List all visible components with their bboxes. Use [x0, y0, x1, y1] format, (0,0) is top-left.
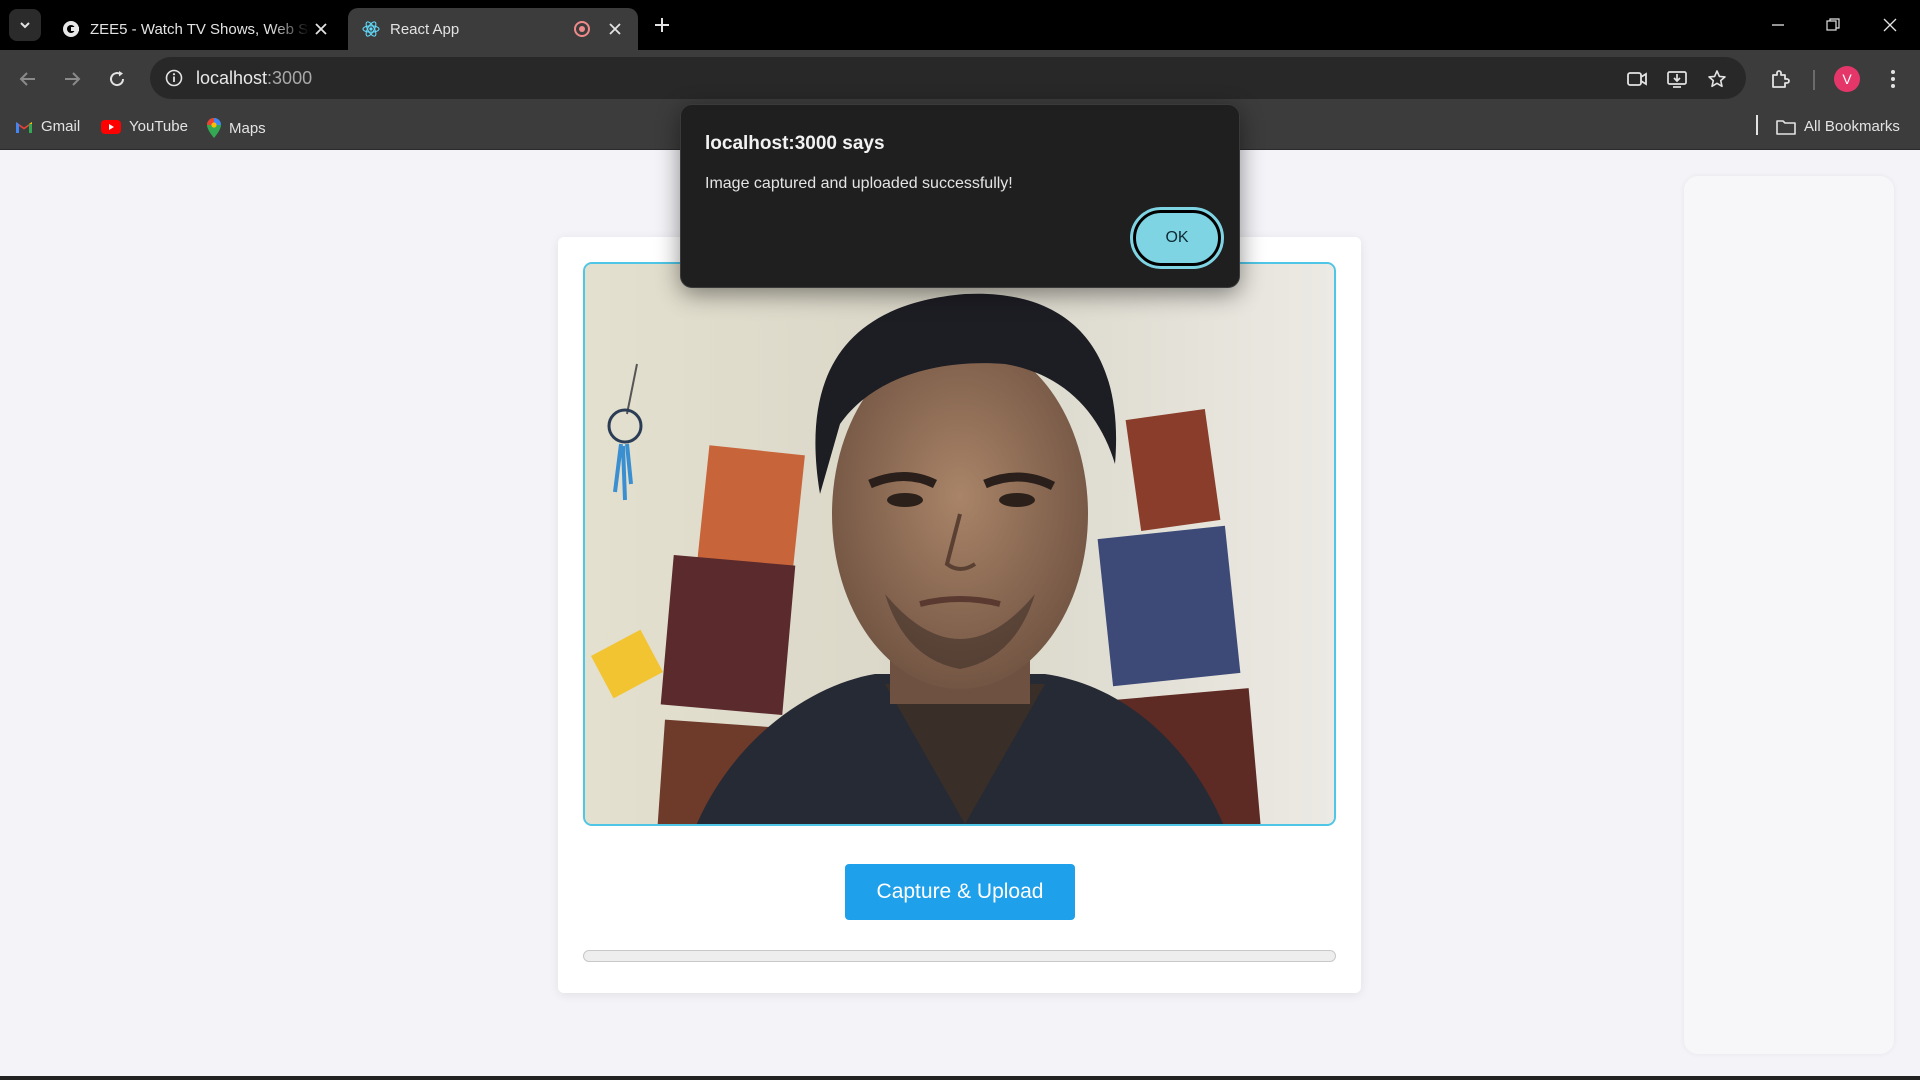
tab-react-app[interactable]: React App	[348, 8, 638, 50]
profile-avatar[interactable]: V	[1834, 66, 1860, 92]
camera-in-use-icon[interactable]	[1624, 66, 1650, 92]
plus-icon	[655, 18, 669, 32]
tab-title: React App	[390, 20, 460, 38]
poster-left-middle	[660, 554, 796, 716]
ok-button[interactable]: OK	[1130, 207, 1224, 269]
poster-right-middle	[1097, 525, 1241, 687]
youtube-icon	[101, 119, 121, 134]
all-bookmarks-label: All Bookmarks	[1804, 118, 1900, 135]
menu-button[interactable]	[1878, 64, 1908, 94]
site-info-icon[interactable]	[162, 66, 186, 90]
bookmark-gmail[interactable]: Gmail	[15, 118, 80, 135]
extensions-button[interactable]	[1765, 64, 1795, 94]
close-icon	[609, 23, 621, 35]
more-vertical-icon	[1891, 70, 1895, 88]
new-tab-button[interactable]	[650, 13, 674, 37]
zee5-favicon-icon	[63, 21, 79, 37]
arrow-left-icon	[19, 72, 35, 86]
tab-strip: ZEE5 - Watch TV Shows, Web Series React …	[0, 0, 1920, 50]
dialog-message: Image captured and uploaded successfully…	[705, 175, 1013, 192]
folder-icon	[1776, 119, 1796, 135]
url-port: :3000	[267, 67, 313, 88]
close-icon	[315, 23, 327, 35]
tab-search-button[interactable]	[9, 9, 41, 41]
dialog-title: localhost:3000 says	[705, 133, 885, 154]
gmail-icon	[16, 121, 32, 133]
bookmark-maps[interactable]: Maps	[207, 118, 266, 138]
minimize-icon	[1772, 24, 1784, 26]
browser-toolbar: localhost:3000 V	[0, 50, 1920, 108]
address-bar[interactable]: localhost:3000	[150, 57, 1746, 99]
arrow-right-icon	[65, 72, 81, 86]
restore-icon	[1826, 18, 1840, 31]
toolbar-divider	[1813, 70, 1815, 90]
reload-button[interactable]	[102, 64, 132, 94]
profile-initial: V	[1842, 71, 1852, 87]
tab-title: ZEE5 - Watch TV Shows, Web Series	[90, 20, 310, 38]
minimize-button[interactable]	[1765, 12, 1791, 38]
capture-upload-button[interactable]: Capture & Upload	[845, 864, 1075, 920]
install-app-icon[interactable]	[1664, 66, 1690, 92]
capture-card: Capture & Upload	[558, 237, 1361, 993]
bookmark-label: Gmail	[41, 118, 81, 135]
all-bookmarks-button[interactable]: All Bookmarks	[1776, 118, 1900, 135]
close-window-button[interactable]	[1877, 12, 1903, 38]
bookmark-label: Maps	[229, 119, 266, 137]
bookmark-label: YouTube	[129, 118, 188, 135]
taskbar-edge	[0, 1076, 1920, 1080]
reload-icon	[110, 71, 125, 87]
bookmark-star-icon[interactable]	[1704, 66, 1730, 92]
back-button[interactable]	[13, 64, 43, 94]
chevron-down-icon	[20, 22, 30, 29]
poster-left-top	[697, 445, 805, 573]
alert-dialog: localhost:3000 says Image captured and u…	[680, 104, 1240, 288]
react-logo-icon	[362, 21, 380, 37]
restore-button[interactable]	[1820, 12, 1846, 38]
recording-indicator-icon	[574, 21, 590, 37]
close-icon	[1883, 18, 1897, 32]
tab-close-button[interactable]	[604, 18, 626, 40]
bookmarks-divider	[1756, 115, 1758, 135]
side-panel	[1684, 176, 1894, 1054]
url-host: localhost	[196, 67, 268, 88]
webcam-image	[585, 264, 1334, 824]
upload-progress-bar	[583, 950, 1336, 962]
poster-right-top	[1125, 408, 1221, 532]
maps-icon	[207, 118, 221, 138]
url-text[interactable]: localhost:3000	[196, 68, 312, 89]
webcam-feed	[583, 262, 1336, 826]
forward-button[interactable]	[57, 64, 87, 94]
puzzle-icon	[1772, 70, 1790, 88]
bookmark-youtube[interactable]: YouTube	[101, 118, 188, 135]
tab-close-button[interactable]	[310, 18, 332, 40]
tab-zee5[interactable]: ZEE5 - Watch TV Shows, Web Series	[48, 8, 344, 50]
